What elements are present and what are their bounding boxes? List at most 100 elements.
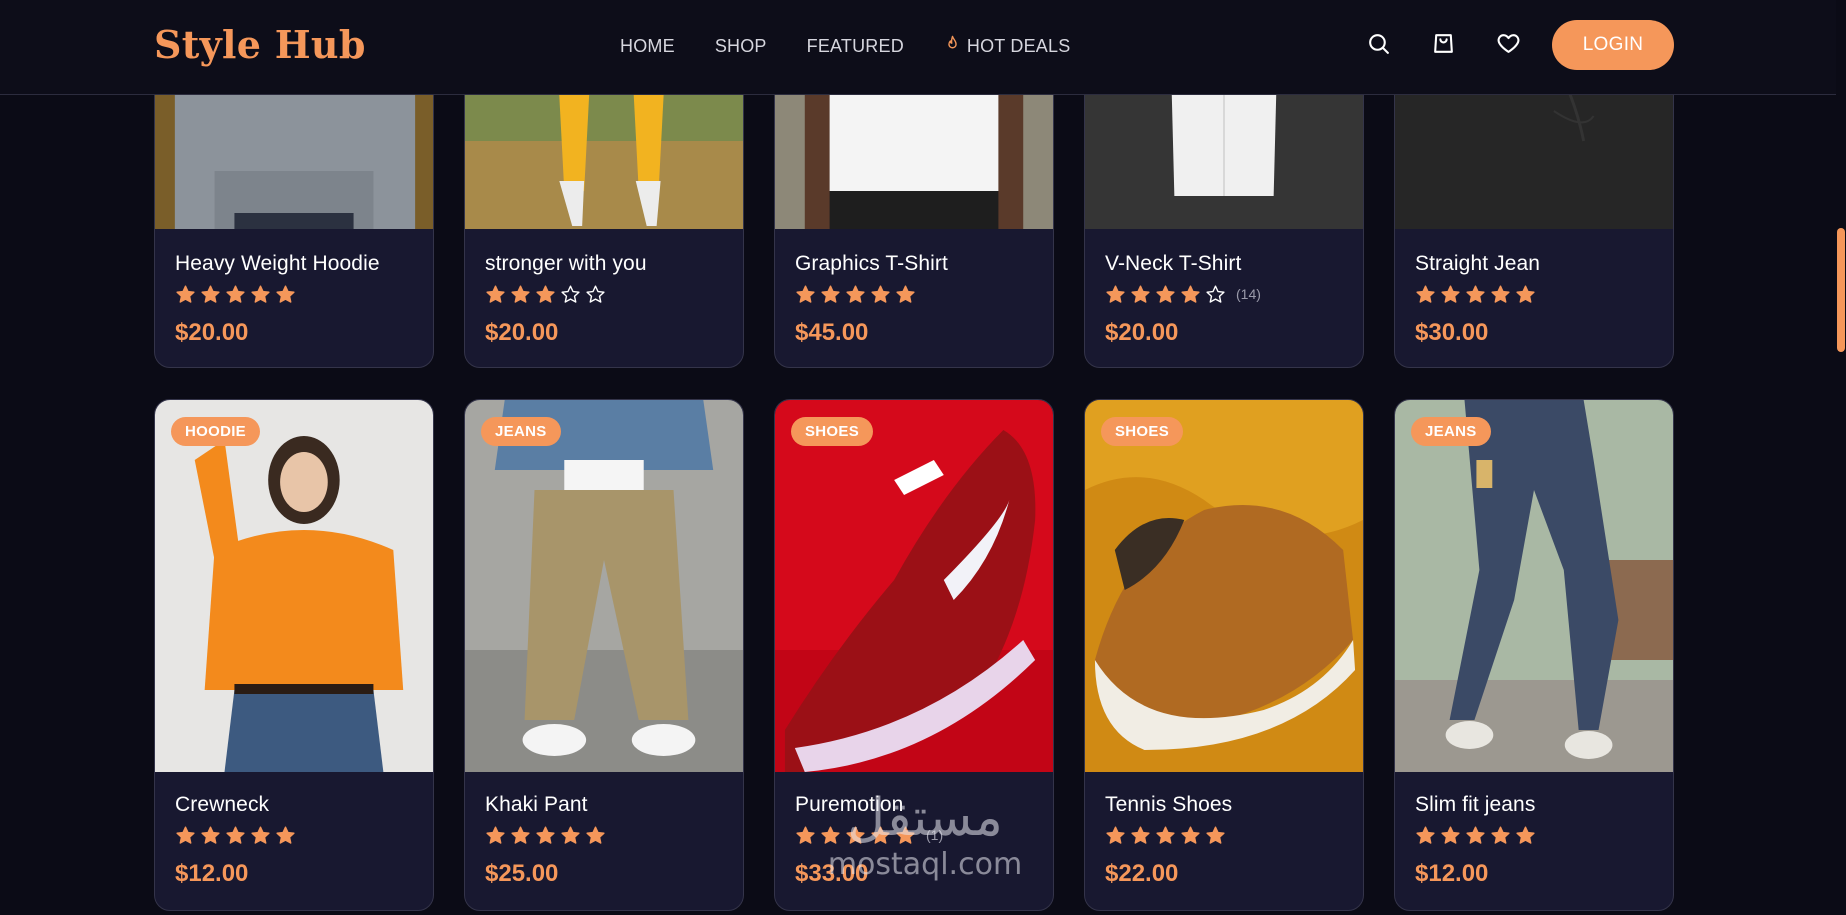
scrollbar-thumb[interactable] — [1837, 228, 1845, 352]
product-name: Khaki Pant — [485, 793, 588, 816]
star-filled-icon — [510, 825, 531, 846]
star-filled-icon — [845, 284, 866, 305]
nav-link-hot-deals[interactable]: HOT DEALS — [944, 35, 1071, 57]
star-filled-icon — [1490, 284, 1511, 305]
product-info: Crewneck $12.00 — [175, 793, 413, 888]
product-info: Heavy Weight Hoodie $20.00 — [175, 252, 413, 347]
product-image — [155, 400, 433, 772]
nav-link-shop[interactable]: SHOP — [715, 36, 767, 57]
product-name: Crewneck — [175, 793, 270, 816]
product-info: stronger with you $20.00 — [485, 252, 723, 347]
top-navbar: Style Hub HOME SHOP FEATURED HOT DEALS L… — [0, 0, 1836, 95]
product-price: $20.00 — [1105, 319, 1179, 346]
star-filled-icon — [1465, 284, 1486, 305]
nav-actions — [1366, 31, 1521, 56]
star-filled-icon — [1105, 825, 1126, 846]
product-card[interactable]: HOODIE Crewneck $12.00 — [154, 399, 434, 911]
product-info: Slim fit jeans $12.00 — [1415, 793, 1653, 888]
star-filled-icon — [795, 825, 816, 846]
product-info: V-Neck T-Shirt (14) $20.00 — [1105, 252, 1343, 347]
star-filled-icon — [1415, 284, 1436, 305]
product-price: $22.00 — [1105, 860, 1179, 887]
product-price: $33.00 — [795, 860, 869, 887]
nav-link-home[interactable]: HOME — [620, 36, 675, 57]
star-filled-icon — [1130, 284, 1151, 305]
nav-link-hot-deals-label: HOT DEALS — [966, 35, 1071, 56]
star-filled-icon — [510, 284, 531, 305]
star-filled-icon — [485, 825, 506, 846]
star-filled-icon — [250, 825, 271, 846]
star-filled-icon — [275, 825, 296, 846]
product-price: $12.00 — [175, 860, 249, 887]
star-filled-icon — [275, 284, 296, 305]
star-filled-icon — [870, 284, 891, 305]
star-rating: (14) — [1105, 283, 1343, 305]
star-filled-icon — [1105, 284, 1126, 305]
nav-link-featured[interactable]: FEATURED — [807, 36, 904, 57]
product-price: $25.00 — [485, 860, 559, 887]
star-filled-icon — [535, 284, 556, 305]
star-filled-icon — [1515, 284, 1536, 305]
star-rating — [485, 824, 723, 846]
product-price: $12.00 — [1415, 860, 1489, 887]
star-filled-icon — [845, 825, 866, 846]
star-empty-icon — [560, 284, 581, 305]
star-filled-icon — [175, 825, 196, 846]
product-name: Heavy Weight Hoodie — [175, 252, 380, 275]
fire-icon — [944, 35, 961, 57]
star-filled-icon — [1440, 825, 1461, 846]
review-count: (14) — [1236, 286, 1261, 302]
star-filled-icon — [1440, 284, 1461, 305]
star-filled-icon — [250, 284, 271, 305]
star-filled-icon — [485, 284, 506, 305]
product-name: stronger with you — [485, 252, 647, 275]
star-empty-icon — [1205, 284, 1226, 305]
star-filled-icon — [1180, 284, 1201, 305]
star-filled-icon — [820, 825, 841, 846]
star-rating — [175, 824, 413, 846]
product-name: Slim fit jeans — [1415, 793, 1536, 816]
product-name: V-Neck T-Shirt — [1105, 252, 1242, 275]
product-grid: Heavy Weight Hoodie $20.00 stronger with… — [154, 0, 1674, 915]
product-name: Tennis Shoes — [1105, 793, 1233, 816]
product-info: Straight Jean $30.00 — [1415, 252, 1653, 347]
shopping-bag-icon[interactable] — [1431, 31, 1456, 56]
product-image — [465, 400, 743, 772]
star-rating: (1) — [795, 824, 1033, 846]
scrollbar-track[interactable] — [1836, 0, 1846, 915]
site-logo[interactable]: Style Hub — [154, 22, 366, 67]
star-filled-icon — [1155, 284, 1176, 305]
product-image — [775, 400, 1053, 772]
star-filled-icon — [1490, 825, 1511, 846]
product-card[interactable]: JEANS Slim fit jeans $12.00 — [1394, 399, 1674, 911]
category-badge: SHOES — [1101, 417, 1184, 446]
star-filled-icon — [895, 825, 916, 846]
star-filled-icon — [1465, 825, 1486, 846]
star-filled-icon — [1130, 825, 1151, 846]
product-info: Khaki Pant $25.00 — [485, 793, 723, 888]
product-name: Straight Jean — [1415, 252, 1541, 275]
heart-icon[interactable] — [1496, 31, 1521, 56]
search-icon[interactable] — [1366, 31, 1391, 56]
product-name: Puremotion — [795, 793, 904, 816]
product-card[interactable]: SHOES Tennis Shoes $22.00 — [1084, 399, 1364, 911]
star-filled-icon — [795, 284, 816, 305]
star-rating — [1415, 824, 1653, 846]
product-image — [1085, 400, 1363, 772]
star-rating — [795, 283, 1033, 305]
star-filled-icon — [225, 825, 246, 846]
star-empty-icon — [585, 284, 606, 305]
star-filled-icon — [200, 825, 221, 846]
product-card[interactable]: SHOES Puremotion (1) $33.00 — [774, 399, 1054, 911]
star-filled-icon — [225, 284, 246, 305]
product-price: $20.00 — [175, 319, 249, 346]
product-info: Puremotion (1) $33.00 — [795, 793, 1033, 888]
category-badge: JEANS — [481, 417, 561, 446]
star-filled-icon — [870, 825, 891, 846]
category-badge: HOODIE — [171, 417, 260, 446]
product-card[interactable]: JEANS Khaki Pant $25.00 — [464, 399, 744, 911]
star-filled-icon — [1180, 825, 1201, 846]
star-filled-icon — [1205, 825, 1226, 846]
star-filled-icon — [1515, 825, 1536, 846]
login-button[interactable]: LOGIN — [1552, 20, 1674, 70]
